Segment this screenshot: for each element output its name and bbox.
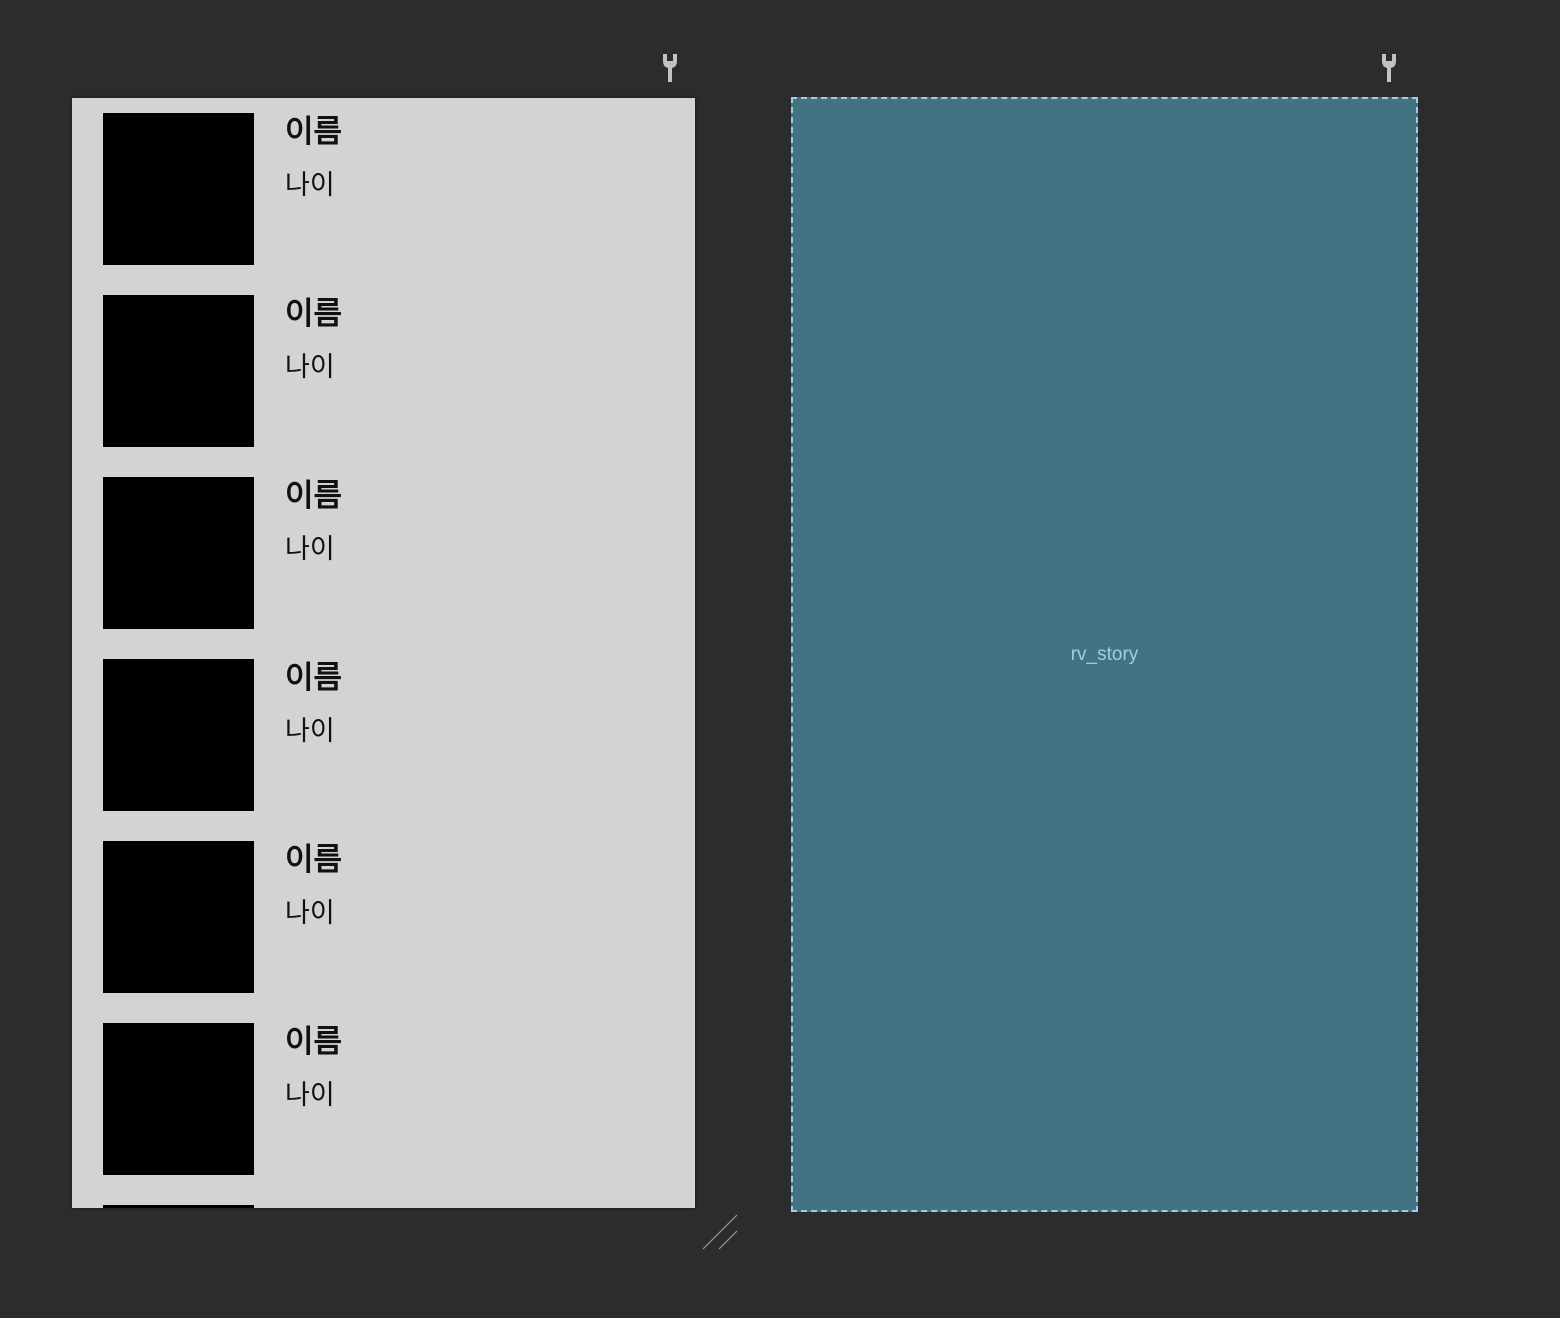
list-item[interactable]: 이름 나이 [72, 98, 695, 280]
layout-editor-canvas: 이름 나이 이름 나이 이름 나이 이름 나이 이름 나이 이름 나이 rv_s… [0, 0, 1560, 1318]
design-preview[interactable]: 이름 나이 이름 나이 이름 나이 이름 나이 이름 나이 이름 나이 [72, 98, 695, 1208]
image-placeholder [103, 113, 254, 265]
age-text: 나이 [285, 534, 335, 565]
blueprint-label: rv_story [1070, 644, 1139, 665]
resize-handle-icon[interactable] [700, 1212, 740, 1252]
image-placeholder [103, 1205, 254, 1208]
image-placeholder [103, 295, 254, 447]
name-text: 이름 [285, 478, 343, 514]
list-item[interactable]: 이름 나이 [72, 462, 695, 644]
name-text: 이름 [285, 660, 343, 696]
name-text: 이름 [285, 114, 343, 150]
name-text: 이름 [285, 842, 343, 878]
recycler-view-list[interactable]: 이름 나이 이름 나이 이름 나이 이름 나이 이름 나이 이름 나이 [72, 98, 695, 1208]
blueprint-preview[interactable]: rv_story [791, 97, 1418, 1212]
age-text: 나이 [285, 1080, 335, 1111]
image-placeholder [103, 659, 254, 811]
image-placeholder [103, 841, 254, 993]
list-item[interactable] [72, 1190, 695, 1208]
list-item[interactable]: 이름 나이 [72, 644, 695, 826]
wrench-icon[interactable] [661, 52, 679, 84]
age-text: 나이 [285, 898, 335, 929]
age-text: 나이 [285, 352, 335, 383]
age-text: 나이 [285, 716, 335, 747]
age-text: 나이 [285, 170, 335, 201]
wrench-icon[interactable] [1380, 52, 1398, 84]
list-item[interactable]: 이름 나이 [72, 280, 695, 462]
list-item[interactable]: 이름 나이 [72, 1008, 695, 1190]
list-item[interactable]: 이름 나이 [72, 826, 695, 1008]
name-text: 이름 [285, 1024, 343, 1060]
image-placeholder [103, 1023, 254, 1175]
image-placeholder [103, 477, 254, 629]
name-text: 이름 [285, 296, 343, 332]
